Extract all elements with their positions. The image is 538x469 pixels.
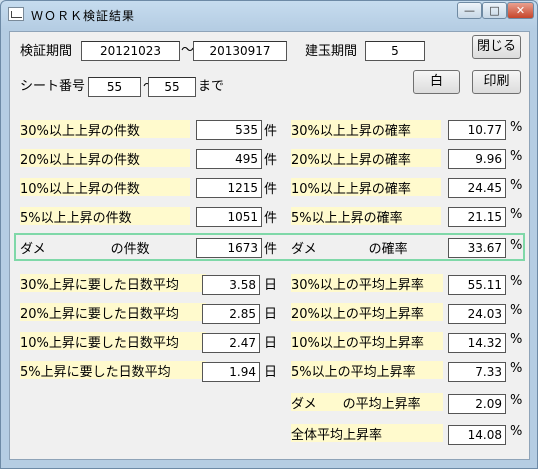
days-left-value: 3.58 — [202, 275, 260, 295]
app-chart-icon — [8, 7, 24, 21]
dame-rate-unit: % — [510, 238, 523, 253]
days-right-unit: % — [510, 274, 523, 289]
overall-avg-rise-value: 14.08 — [448, 425, 506, 445]
stat-left-unit: 件 — [264, 211, 278, 226]
stat-left-label: 5%以上上昇の件数 — [20, 211, 132, 226]
holding-period-label: 建玉期間 — [305, 44, 358, 59]
made-label: まで — [198, 79, 225, 94]
days-left-unit: 日 — [264, 278, 278, 293]
days-left-value: 1.94 — [202, 362, 260, 382]
holding-period-field[interactable]: 5 — [365, 41, 425, 61]
days-left-label: 10%上昇に要した日数平均 — [20, 336, 179, 351]
days-right-unit: % — [510, 332, 523, 347]
minimize-button[interactable]: — — [457, 2, 482, 19]
print-button[interactable]: 印刷 — [472, 70, 521, 94]
dame-count-value: 1673 — [196, 238, 262, 258]
days-right-unit: % — [510, 361, 523, 376]
days-left-value: 2.47 — [202, 333, 260, 353]
overall-avg-rise-unit: % — [510, 424, 523, 439]
stat-right-unit: % — [510, 207, 523, 222]
stat-left-unit: 件 — [264, 182, 278, 197]
period-from-field[interactable]: 20121023 — [81, 41, 180, 61]
sheet-from-field[interactable]: 55 — [88, 77, 141, 97]
stat-right-label: 10%以上上昇の確率 — [291, 182, 411, 197]
days-left-label: 20%上昇に要した日数平均 — [20, 307, 179, 322]
stat-right-value: 21.15 — [448, 207, 506, 227]
stat-left-value: 1215 — [196, 178, 262, 198]
stat-left-label: 10%以上上昇の件数 — [20, 182, 140, 197]
stat-right-label: 20%以上上昇の確率 — [291, 153, 411, 168]
white-button[interactable]: 白 — [413, 70, 460, 94]
close-button[interactable]: 閉じる — [472, 35, 521, 59]
stat-right-value: 9.96 — [448, 149, 506, 169]
overall-avg-rise-label: 全体平均上昇率 — [291, 428, 383, 443]
stat-left-label: 30%以上上昇の件数 — [20, 124, 140, 139]
dame-avg-rise-label: ダメ の平均上昇率 — [291, 397, 421, 412]
stat-right-value: 10.77 — [448, 120, 506, 140]
title-bar[interactable]: ＷＯＲＫ検証結果 — □ ✕ — [1, 1, 537, 29]
stat-right-unit: % — [510, 149, 523, 164]
days-left-unit: 日 — [264, 365, 278, 380]
client-area: 検証期間 20121023 〜 20130917 建玉期間 5 閉じる シート番… — [9, 31, 530, 460]
stat-right-label: 5%以上上昇の確率 — [291, 211, 403, 226]
period-to-field[interactable]: 20130917 — [193, 41, 287, 61]
days-right-label: 10%以上の平均上昇率 — [291, 336, 424, 351]
stat-right-label: 30%以上上昇の確率 — [291, 124, 411, 139]
stat-left-unit: 件 — [264, 124, 278, 139]
dame-rate-label: ダメ の確率 — [291, 242, 408, 257]
stat-left-value: 1051 — [196, 207, 262, 227]
days-left-value: 2.85 — [202, 304, 260, 324]
days-right-value: 24.03 — [448, 304, 506, 324]
dame-rate-value: 33.67 — [448, 238, 506, 258]
period-label: 検証期間 — [20, 44, 73, 59]
window-title: ＷＯＲＫ検証結果 — [31, 9, 136, 23]
stat-right-unit: % — [510, 178, 523, 193]
days-left-unit: 日 — [264, 336, 278, 351]
maximize-button[interactable]: □ — [482, 2, 507, 19]
close-window-button[interactable]: ✕ — [507, 2, 534, 19]
days-right-label: 20%以上の平均上昇率 — [291, 307, 424, 322]
days-right-value: 7.33 — [448, 362, 506, 382]
days-right-label: 30%以上の平均上昇率 — [291, 278, 424, 293]
days-left-unit: 日 — [264, 307, 278, 322]
sheet-to-field[interactable]: 55 — [148, 77, 196, 97]
window: ＷＯＲＫ検証結果 — □ ✕ 検証期間 20121023 〜 20130917 … — [0, 0, 538, 469]
stat-right-unit: % — [510, 120, 523, 135]
days-left-label: 30%上昇に要した日数平均 — [20, 278, 179, 293]
stat-left-label: 20%以上上昇の件数 — [20, 153, 140, 168]
days-right-unit: % — [510, 303, 523, 318]
dame-count-unit: 件 — [264, 242, 278, 257]
dame-avg-rise-value: 2.09 — [448, 394, 506, 414]
sheet-number-label: シート番号 — [20, 79, 86, 94]
days-right-value: 55.11 — [448, 275, 506, 295]
stat-left-unit: 件 — [264, 153, 278, 168]
dame-count-label: ダメ の件数 — [20, 242, 150, 257]
stat-right-value: 24.45 — [448, 178, 506, 198]
days-right-value: 14.32 — [448, 333, 506, 353]
stat-left-value: 495 — [196, 149, 262, 169]
dame-avg-rise-unit: % — [510, 393, 523, 408]
days-left-label: 5%上昇に要した日数平均 — [20, 365, 171, 380]
days-right-label: 5%以上の平均上昇率 — [291, 365, 416, 380]
stat-left-value: 535 — [196, 120, 262, 140]
